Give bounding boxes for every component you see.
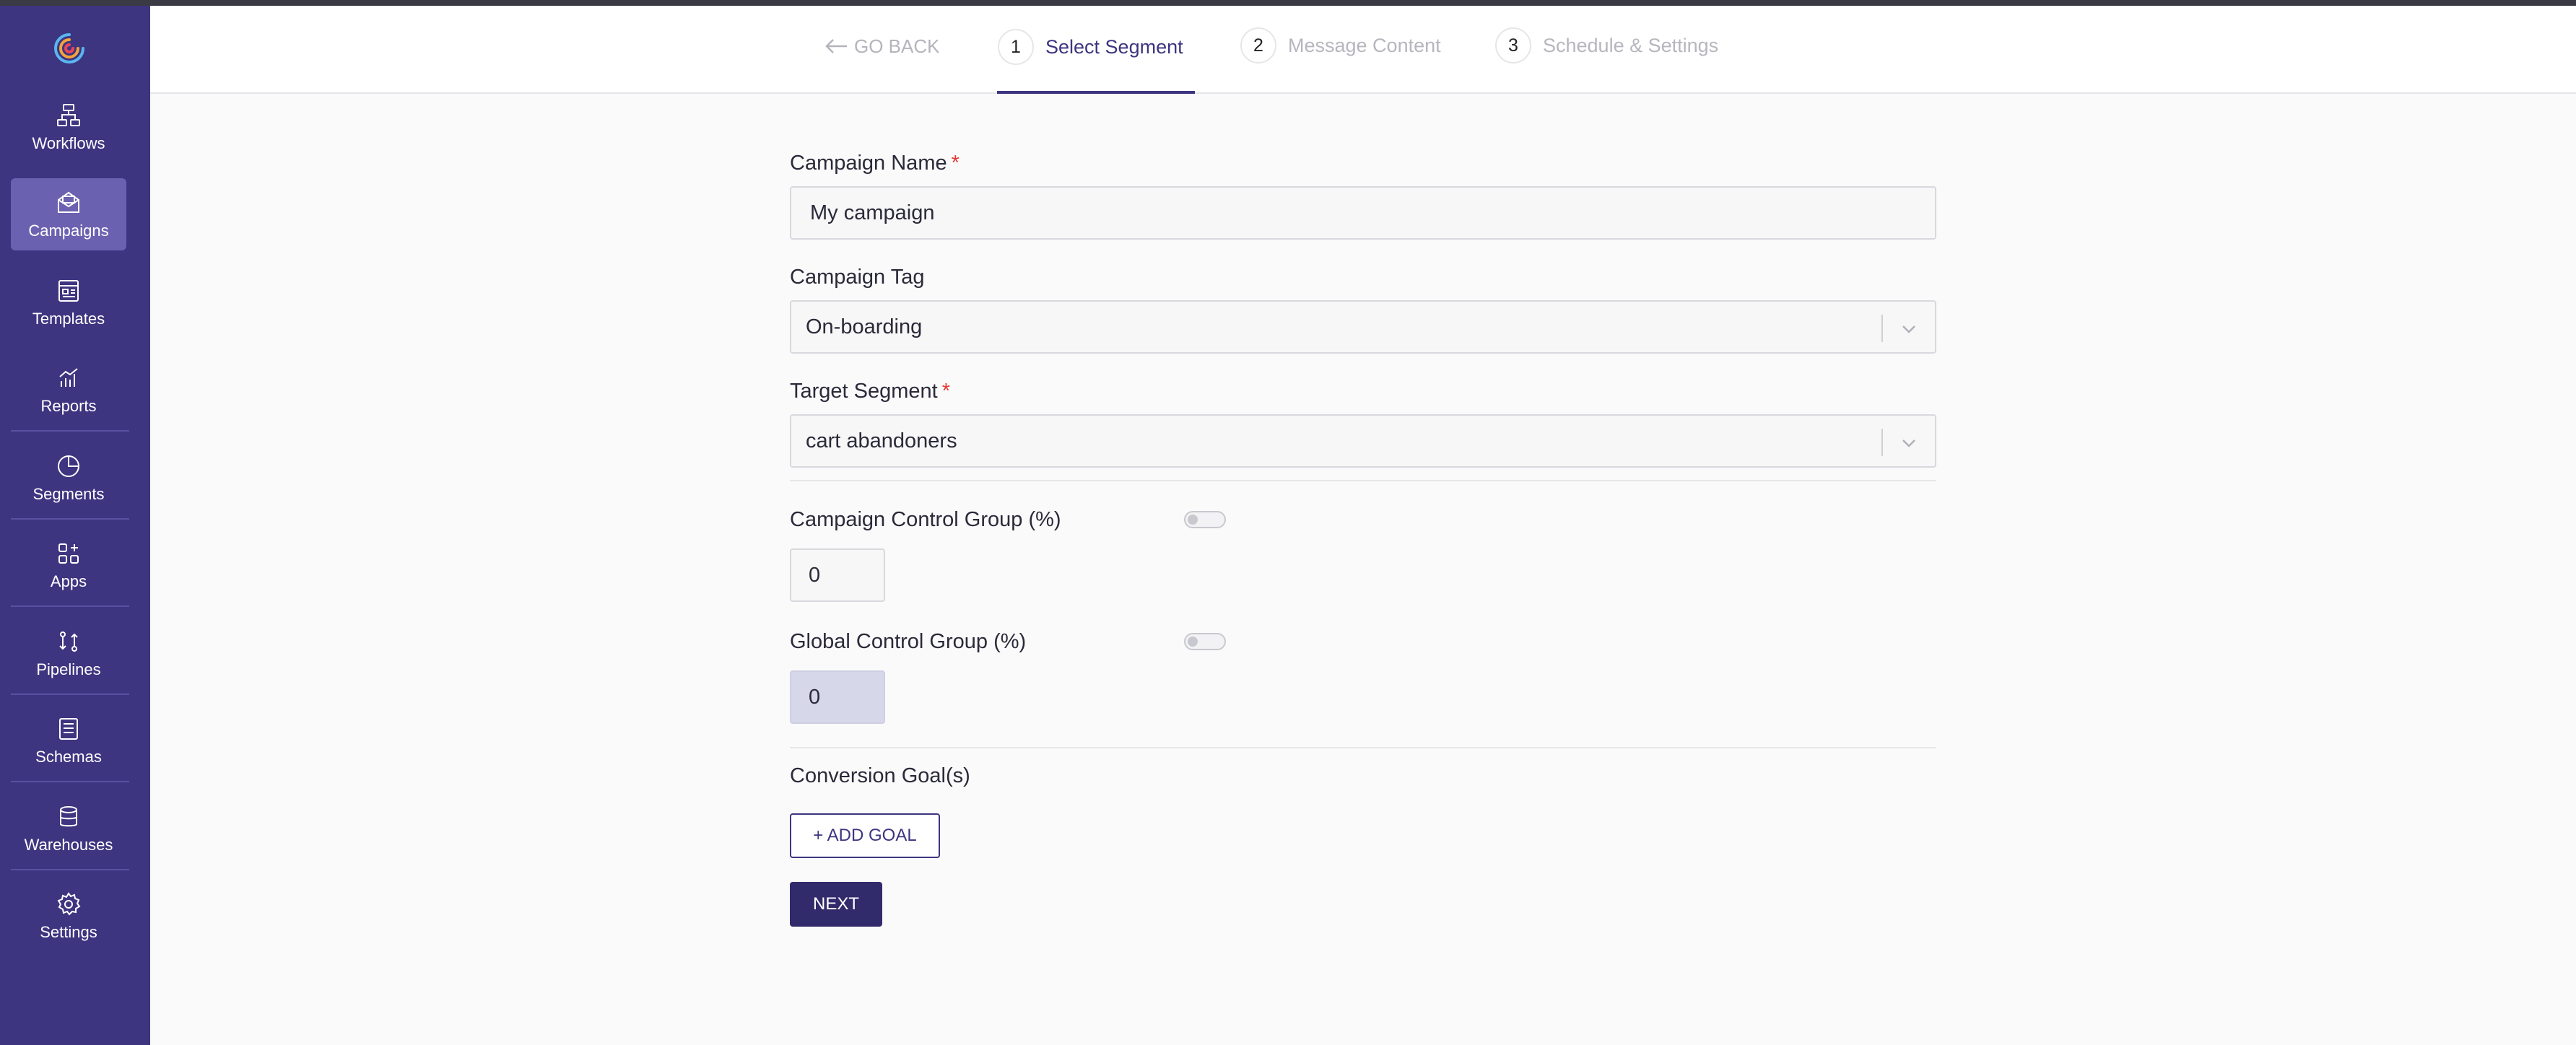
sidebar-item-label: Settings (40, 923, 97, 941)
sidebar-item-label: Segments (32, 485, 105, 503)
schemas-icon (59, 718, 78, 740)
sidebar-item-workflows[interactable]: Workflows (11, 91, 126, 163)
sidebar: Workflows Campaigns Templates Reports Se… (0, 6, 150, 1045)
sidebar-divider (11, 430, 129, 432)
campaign-name-label: Campaign Name * (790, 152, 960, 175)
target-segment-select[interactable]: cart abandoners (790, 414, 1936, 468)
sidebar-item-label: Workflows (32, 134, 105, 152)
apps-icon (58, 543, 79, 564)
sidebar-divider (11, 781, 129, 782)
app-logo-icon[interactable] (51, 30, 87, 66)
go-back-label: GO BACK (854, 35, 940, 57)
global-control-group-value: 0 (809, 685, 821, 709)
sidebar-item-label: Reports (40, 397, 97, 415)
sidebar-item-label: Templates (32, 310, 105, 328)
step-number: 1 (998, 29, 1034, 65)
active-step-indicator (997, 91, 1195, 94)
sidebar-item-schemas[interactable]: Schemas (11, 704, 126, 777)
campaign-control-group-value: 0 (809, 563, 821, 587)
chevron-down-icon (1902, 440, 1915, 447)
sidebar-item-label: Schemas (35, 748, 102, 766)
required-marker: * (941, 380, 951, 403)
target-segment-label: Target Segment * (790, 380, 950, 403)
sidebar-item-campaigns[interactable]: Campaigns (11, 178, 126, 250)
step-select-segment[interactable]: 1 Select Segment (998, 29, 1183, 65)
sidebar-item-pipelines[interactable]: Pipelines (11, 617, 126, 689)
campaign-tag-value: On-boarding (806, 315, 923, 338)
conversion-goals-label: Conversion Goal(s) (790, 764, 970, 787)
warehouses-icon (60, 806, 77, 827)
campaign-control-group-label: Campaign Control Group (%) (790, 508, 1061, 531)
global-control-group-label: Global Control Group (%) (790, 630, 1027, 653)
campaign-control-group-input[interactable]: 0 (790, 548, 885, 602)
campaign-name-label-text: Campaign Name (790, 152, 947, 175)
step-schedule-settings[interactable]: 3 Schedule & Settings (1495, 27, 1718, 64)
toggle-knob (1188, 515, 1198, 525)
campaign-name-value: My campaign (810, 201, 935, 224)
step-label: Schedule & Settings (1543, 34, 1719, 56)
sidebar-item-label: Pipelines (36, 660, 101, 678)
campaign-name-input[interactable]: My campaign (790, 186, 1936, 240)
go-back-link[interactable]: GO BACK (824, 32, 939, 61)
target-segment-label-text: Target Segment (790, 380, 938, 403)
sidebar-item-reports[interactable]: Reports (11, 354, 126, 426)
pipelines-icon (59, 631, 78, 652)
sidebar-divider (11, 694, 129, 695)
global-control-group-toggle[interactable] (1184, 633, 1226, 650)
target-segment-value: cart abandoners (806, 429, 957, 452)
sidebar-item-templates[interactable]: Templates (11, 266, 126, 338)
templates-icon (58, 280, 79, 302)
step-message-content[interactable]: 2 Message Content (1240, 27, 1441, 64)
step-label: Select Segment (1045, 35, 1183, 58)
step-label: Message Content (1288, 34, 1441, 56)
campaign-control-group-toggle[interactable] (1184, 511, 1226, 528)
sidebar-item-apps[interactable]: Apps (11, 529, 126, 601)
step-number: 3 (1495, 27, 1531, 64)
campaign-tag-label: Campaign Tag (790, 266, 925, 289)
required-marker: * (951, 152, 960, 175)
settings-icon (57, 892, 81, 916)
arrow-left-icon (825, 39, 847, 53)
sidebar-item-settings[interactable]: Settings (11, 880, 126, 952)
reports-icon (59, 368, 78, 387)
chevron-down-icon (1902, 325, 1915, 333)
campaigns-icon (58, 191, 79, 213)
select-separator (1881, 429, 1883, 456)
step-number: 2 (1240, 27, 1276, 64)
sidebar-item-label: Campaigns (28, 222, 109, 240)
section-divider (790, 747, 1936, 748)
window-top-strip (0, 0, 2576, 6)
sidebar-divider (11, 869, 129, 870)
campaign-tag-select[interactable]: On-boarding (790, 300, 1936, 354)
sidebar-item-segments[interactable]: Segments (11, 442, 126, 514)
sidebar-item-label: Apps (50, 572, 87, 590)
add-goal-button[interactable]: + ADD GOAL (790, 813, 940, 858)
global-control-group-input: 0 (790, 670, 885, 724)
sidebar-divider (11, 605, 129, 607)
next-button[interactable]: NEXT (790, 882, 882, 927)
workflows-icon (57, 104, 80, 126)
section-divider (790, 480, 1936, 481)
select-separator (1881, 315, 1883, 342)
sidebar-item-label: Warehouses (24, 836, 113, 854)
segments-icon (58, 455, 79, 477)
sidebar-item-warehouses[interactable]: Warehouses (11, 792, 126, 865)
sidebar-divider (11, 518, 129, 520)
toggle-knob (1188, 637, 1198, 647)
